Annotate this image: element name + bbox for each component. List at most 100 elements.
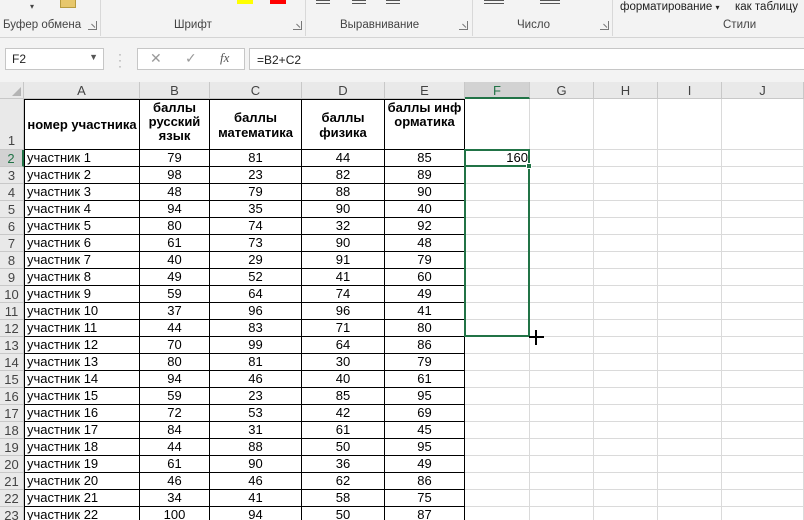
grid-cell[interactable] xyxy=(594,337,658,354)
score-cell[interactable]: 96 xyxy=(210,303,302,320)
grid-cell[interactable] xyxy=(465,473,530,490)
grid-cell[interactable] xyxy=(530,303,594,320)
grid-cell[interactable] xyxy=(465,490,530,507)
grid-cell[interactable] xyxy=(465,320,530,337)
score-cell[interactable]: 50 xyxy=(302,439,385,456)
header-cell-a[interactable]: номер участника xyxy=(24,99,140,150)
grid-cell[interactable] xyxy=(530,405,594,422)
grid-cell[interactable] xyxy=(722,354,804,371)
score-cell[interactable]: 52 xyxy=(210,269,302,286)
column-header-g[interactable]: G xyxy=(530,82,594,99)
score-cell[interactable]: 50 xyxy=(302,507,385,520)
score-cell[interactable]: 46 xyxy=(210,473,302,490)
grid-cell[interactable] xyxy=(465,184,530,201)
score-cell[interactable]: 40 xyxy=(302,371,385,388)
row-header-23[interactable]: 23 xyxy=(0,507,24,520)
participant-name-cell[interactable]: участник 1 xyxy=(24,150,140,167)
score-cell[interactable]: 30 xyxy=(302,354,385,371)
grid-cell[interactable] xyxy=(722,422,804,439)
row-header-8[interactable]: 8 xyxy=(0,252,24,269)
paste-dropdown-icon[interactable]: ▾ xyxy=(30,2,34,11)
column-header-d[interactable]: D xyxy=(302,82,385,99)
grid-cell[interactable] xyxy=(530,286,594,303)
grid-cell[interactable] xyxy=(530,269,594,286)
score-cell[interactable]: 94 xyxy=(140,371,210,388)
grid-cell[interactable] xyxy=(465,337,530,354)
participant-name-cell[interactable]: участник 11 xyxy=(24,320,140,337)
grid-cell[interactable] xyxy=(530,184,594,201)
score-cell[interactable]: 79 xyxy=(210,184,302,201)
score-cell[interactable]: 40 xyxy=(385,201,465,218)
score-cell[interactable]: 60 xyxy=(385,269,465,286)
grid-cell[interactable] xyxy=(594,490,658,507)
grid-cell[interactable] xyxy=(465,269,530,286)
grid-cell[interactable] xyxy=(530,507,594,520)
row-header-21[interactable]: 21 xyxy=(0,473,24,490)
grid-cell[interactable] xyxy=(658,201,722,218)
score-cell[interactable]: 61 xyxy=(140,235,210,252)
score-cell[interactable]: 46 xyxy=(210,371,302,388)
participant-name-cell[interactable]: участник 6 xyxy=(24,235,140,252)
grid-cell[interactable] xyxy=(594,235,658,252)
grid-cell[interactable] xyxy=(722,320,804,337)
grid-cell[interactable] xyxy=(594,354,658,371)
row-header-12[interactable]: 12 xyxy=(0,320,24,337)
score-cell[interactable]: 87 xyxy=(385,507,465,520)
score-cell[interactable]: 90 xyxy=(302,201,385,218)
score-cell[interactable]: 48 xyxy=(140,184,210,201)
grid-cell[interactable] xyxy=(722,388,804,405)
grid-cell[interactable] xyxy=(465,422,530,439)
row-header-9[interactable]: 9 xyxy=(0,269,24,286)
grid-cell[interactable] xyxy=(658,507,722,520)
grid-cell[interactable] xyxy=(530,167,594,184)
participant-name-cell[interactable]: участник 16 xyxy=(24,405,140,422)
score-cell[interactable]: 59 xyxy=(140,388,210,405)
grid-cell[interactable] xyxy=(658,218,722,235)
participant-name-cell[interactable]: участник 13 xyxy=(24,354,140,371)
grid-cell[interactable] xyxy=(722,456,804,473)
grid-cell[interactable] xyxy=(465,235,530,252)
grid-cell[interactable] xyxy=(594,507,658,520)
grid-cell[interactable] xyxy=(594,388,658,405)
row-header-14[interactable]: 14 xyxy=(0,354,24,371)
score-cell[interactable]: 49 xyxy=(385,286,465,303)
row-header-17[interactable]: 17 xyxy=(0,405,24,422)
row-header-11[interactable]: 11 xyxy=(0,303,24,320)
grid-cell[interactable] xyxy=(722,371,804,388)
grid-cell[interactable] xyxy=(722,167,804,184)
grid-cell[interactable] xyxy=(722,99,804,150)
score-cell[interactable]: 100 xyxy=(140,507,210,520)
score-cell[interactable]: 79 xyxy=(385,354,465,371)
cancel-icon[interactable]: ✕ xyxy=(150,50,162,67)
row-header-16[interactable]: 16 xyxy=(0,388,24,405)
grid-cell[interactable] xyxy=(722,337,804,354)
alignment-launcher-icon[interactable] xyxy=(459,21,468,30)
score-cell[interactable]: 73 xyxy=(210,235,302,252)
grid-cell[interactable] xyxy=(594,286,658,303)
grid-cell[interactable] xyxy=(658,286,722,303)
grid-cell[interactable] xyxy=(658,320,722,337)
participant-name-cell[interactable]: участник 3 xyxy=(24,184,140,201)
score-cell[interactable]: 95 xyxy=(385,388,465,405)
score-cell[interactable]: 64 xyxy=(302,337,385,354)
grid-cell[interactable] xyxy=(658,490,722,507)
row-header-18[interactable]: 18 xyxy=(0,422,24,439)
participant-name-cell[interactable]: участник 18 xyxy=(24,439,140,456)
row-header-7[interactable]: 7 xyxy=(0,235,24,252)
row-header-6[interactable]: 6 xyxy=(0,218,24,235)
score-cell[interactable]: 86 xyxy=(385,337,465,354)
grid-cell[interactable] xyxy=(530,371,594,388)
score-cell[interactable]: 98 xyxy=(140,167,210,184)
format-as-table-button[interactable]: форматирование ▾ xyxy=(620,1,720,13)
highlight-color-icon[interactable] xyxy=(237,0,253,4)
score-cell[interactable]: 95 xyxy=(385,439,465,456)
align-right-icon[interactable] xyxy=(386,0,400,4)
row-header-20[interactable]: 20 xyxy=(0,456,24,473)
grid-cell[interactable] xyxy=(530,354,594,371)
align-left-icon[interactable] xyxy=(316,0,330,4)
column-header-j[interactable]: J xyxy=(722,82,804,99)
grid-cell[interactable] xyxy=(658,456,722,473)
score-cell[interactable]: 89 xyxy=(385,167,465,184)
grid-cell[interactable] xyxy=(658,99,722,150)
score-cell[interactable]: 41 xyxy=(385,303,465,320)
